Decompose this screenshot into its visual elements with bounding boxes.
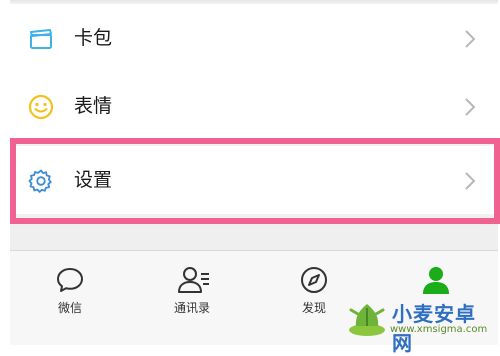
tab-label: 通讯录 (173, 301, 210, 315)
tab-chats[interactable]: 微信 (10, 251, 130, 331)
menu-item-label: 卡包 (74, 27, 113, 49)
chevron-right-icon (464, 171, 476, 191)
compass-icon (301, 267, 327, 293)
section-spacer (10, 224, 498, 250)
menu-item-label: 表情 (74, 95, 113, 117)
android-logo-icon (349, 304, 385, 336)
menu-item-card-pack[interactable]: 卡包 (10, 4, 498, 72)
profile-icon (423, 267, 449, 294)
chevron-right-icon (464, 29, 476, 49)
site-watermark: 小麦安卓网 www.xmsigma.com (344, 294, 494, 355)
chevron-right-icon (464, 97, 476, 117)
chat-bubble-icon (57, 268, 83, 292)
tab-contacts[interactable]: 通讯录 (132, 251, 252, 331)
menu-item-label: 设置 (74, 169, 113, 191)
smiley-icon (28, 94, 54, 120)
tab-label: 微信 (57, 301, 82, 315)
contacts-icon (178, 267, 209, 293)
gear-icon (28, 168, 54, 194)
menu-item-settings[interactable]: 设置 (10, 146, 498, 214)
menu-item-stickers[interactable]: 表情 (10, 72, 498, 140)
watermark-url: www.xmsigma.com (390, 324, 488, 335)
card-icon (28, 26, 54, 52)
top-divider (10, 0, 498, 2)
